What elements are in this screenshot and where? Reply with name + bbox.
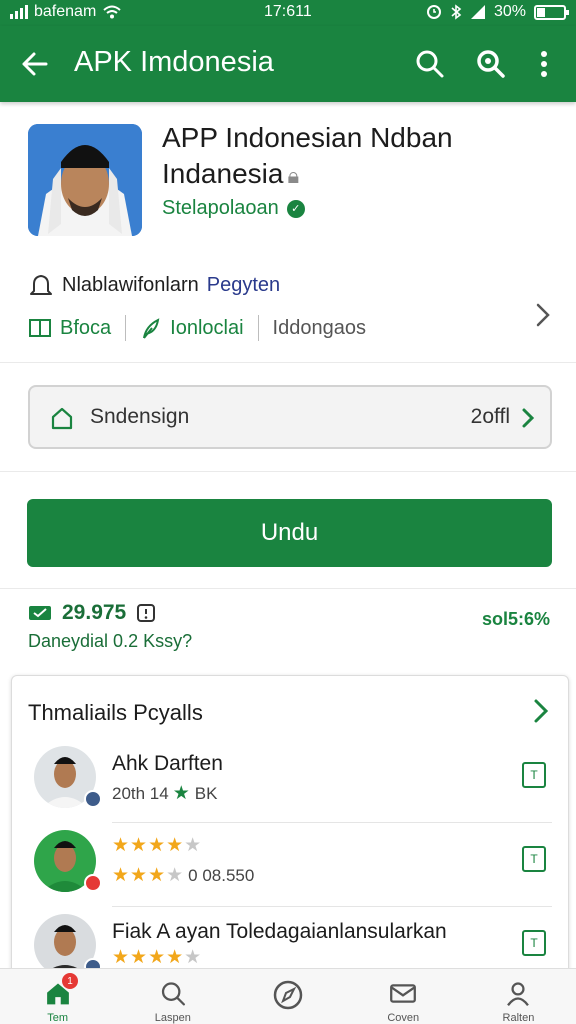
- stat-right: sol5:6%: [481, 609, 550, 629]
- setting-value: 2offl: [470, 405, 510, 428]
- carrier-label: bafenam: [34, 3, 97, 20]
- app-name-line1: APP Indonesian Ndban: [162, 122, 453, 153]
- app-icon: [28, 124, 142, 236]
- nav-label: Ralten: [502, 1012, 535, 1024]
- developer-link[interactable]: Stelapolaoan ✓: [162, 197, 305, 220]
- app-name-line2: Indanesia: [162, 158, 284, 189]
- review-action-icon[interactable]: T: [522, 930, 546, 956]
- star-icon: ★: [172, 783, 191, 804]
- search-icon[interactable]: [412, 46, 448, 82]
- chevron-right-icon[interactable]: [530, 300, 556, 330]
- battery-icon: [534, 4, 569, 20]
- review-meta: ★★★★ 0 08.550: [112, 864, 254, 887]
- tag-language-label: Iddongaos: [272, 316, 366, 339]
- tag-divider: [125, 315, 127, 341]
- lock-icon: 🔒︎: [287, 163, 300, 188]
- nav-explore[interactable]: [230, 969, 345, 1024]
- battery-percent: 30%: [493, 3, 526, 20]
- more-vert-icon[interactable]: [526, 46, 562, 82]
- status-bar: bafenam 17:611 30%: [0, 0, 576, 26]
- divider: [112, 906, 552, 907]
- reviews-card: Thmaliails Pcyalls Ahk Darften 20th 14 ★…: [11, 675, 569, 995]
- back-arrow-icon[interactable]: [16, 46, 52, 82]
- tag-divider: [257, 315, 259, 341]
- status-badge-icon: [84, 874, 102, 892]
- tag-category[interactable]: Bfoca: [28, 317, 111, 340]
- review-author: Ahk Darften: [112, 752, 223, 775]
- review-item[interactable]: Ahk Darften 20th 14 ★ BK T: [12, 746, 568, 828]
- divider: [0, 588, 576, 589]
- book-icon: [29, 319, 51, 337]
- info-icon[interactable]: [136, 603, 156, 623]
- reviews-title: Thmaliails Pcyalls: [28, 700, 203, 725]
- notification-badge: 1: [62, 973, 78, 989]
- rating-subtitle: Daneydial 0.2 Kssy?: [28, 631, 193, 651]
- search-alt-icon[interactable]: [472, 46, 508, 82]
- nav-label: Tem: [47, 1012, 68, 1024]
- review-action-icon[interactable]: T: [522, 762, 546, 788]
- search-icon: [161, 982, 185, 1006]
- chevron-right-icon[interactable]: [528, 696, 554, 726]
- app-bar-title: APK Imdonesia: [74, 46, 274, 78]
- review-rating: ★★★★★: [112, 947, 203, 968]
- review-author: Fiak A ayan Toledagaianlansularkan: [112, 920, 447, 943]
- divider: [0, 471, 576, 472]
- tag-category-label: Bfoca: [60, 316, 112, 339]
- developer-name[interactable]: Stelapolaoan: [162, 197, 279, 220]
- nav-inbox[interactable]: Coven: [346, 969, 461, 1024]
- rating-stat: 29.975: [28, 601, 156, 625]
- bottom-nav: 1 Tem Laspen Coven Ralten: [0, 968, 576, 1024]
- bell-icon: [30, 275, 52, 295]
- setting-label: Sndensign: [90, 405, 190, 428]
- alarm-icon: [426, 5, 441, 19]
- leaf-icon: [143, 318, 160, 339]
- review-action-icon[interactable]: T: [522, 846, 546, 872]
- info-row: Nlablawifonlarn Pegyten: [28, 272, 280, 298]
- verified-badge-icon: [84, 790, 102, 808]
- nav-profile[interactable]: Ralten: [461, 969, 576, 1024]
- app-bar: APK Imdonesia: [0, 26, 576, 102]
- cell-signal-icon: [470, 5, 485, 19]
- info-prefix: Nlablawifonlarn: [62, 273, 199, 296]
- tag-language[interactable]: Iddongaos: [273, 317, 366, 340]
- clock: 17:611: [264, 3, 312, 20]
- nav-label: Laspen: [154, 1012, 191, 1024]
- review-item[interactable]: ★★★★★ ★★★★ 0 08.550 T: [12, 830, 568, 912]
- tag-row: Bfoca Ionloclai Iddongaos: [28, 312, 366, 344]
- nav-search[interactable]: Laspen: [115, 969, 230, 1024]
- review-rating: ★★★★★: [112, 835, 203, 856]
- bluetooth-icon: [451, 4, 462, 20]
- home-outline-icon: [51, 407, 73, 430]
- divider: [112, 822, 552, 823]
- review-meta: 20th 14 ★ BK: [112, 782, 217, 805]
- info-accent[interactable]: Pegyten: [207, 274, 280, 297]
- mail-icon: [390, 984, 417, 1003]
- rating-value: 29.975: [62, 601, 127, 624]
- review-meta-suffix: BK: [194, 783, 218, 803]
- nav-label: Coven: [387, 1012, 420, 1024]
- rating-badge-icon: [29, 606, 51, 620]
- verified-icon: ✓: [286, 199, 305, 218]
- install-button[interactable]: Undu: [27, 499, 552, 567]
- divider: [0, 362, 576, 363]
- review-date: 20th 14: [112, 783, 169, 803]
- tag-type[interactable]: Ionloclai: [140, 316, 244, 340]
- tag-type-label: Ionloclai: [170, 316, 244, 339]
- profile-icon: [507, 982, 530, 1006]
- compass-icon: [273, 980, 303, 1010]
- signal-icon: [10, 5, 28, 19]
- wifi-icon: [103, 5, 121, 19]
- review-rating-secondary: ★★★★: [112, 865, 185, 886]
- chevron-right-icon: [522, 408, 535, 428]
- nav-home[interactable]: 1 Tem: [0, 969, 115, 1024]
- setting-row[interactable]: Sndensign 2offl: [28, 385, 552, 449]
- app-name: APP Indonesian Ndban Indanesia 🔒︎: [162, 120, 552, 194]
- review-meta-suffix: 0 08.550: [188, 865, 255, 885]
